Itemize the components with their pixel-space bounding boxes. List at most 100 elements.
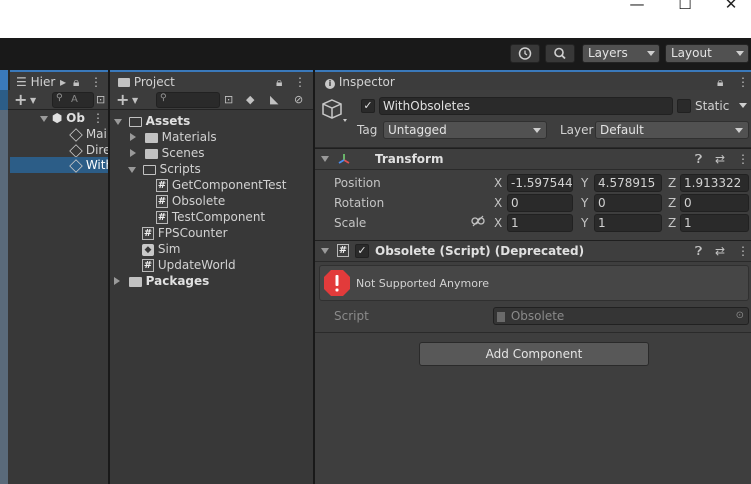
axis-x-label: X [494, 176, 503, 190]
expand-icon [128, 167, 136, 173]
tree-item-scene[interactable]: ◆ Sim [142, 241, 313, 257]
script-file-icon [497, 311, 505, 322]
position-x-field[interactable]: -1.597544 [507, 174, 573, 192]
script-object-field[interactable]: Obsolete ⊙ [493, 307, 749, 325]
constrain-proportions-icon[interactable] [471, 215, 485, 227]
object-name-field[interactable]: WithObsoletes [379, 97, 673, 115]
search-button[interactable] [545, 44, 575, 63]
project-toolbar: + ▼ ⚲ ⊡ ◆ ◣ ⊘ [110, 90, 313, 110]
kebab-menu-icon[interactable]: ⋮ [737, 72, 749, 92]
tree-item-materials[interactable]: Materials [130, 129, 313, 145]
tag-label: Tag [357, 123, 378, 137]
presets-icon[interactable]: ⇄ [715, 152, 725, 166]
kebab-menu-icon[interactable]: ⋮ [294, 72, 306, 92]
list-item[interactable]: Mai [69, 126, 108, 142]
folder-open-icon [142, 164, 156, 175]
position-y-field[interactable]: 4.578915 [594, 174, 662, 192]
layers-dropdown[interactable]: Layers [582, 44, 660, 63]
search-icon: ⚲ [160, 93, 167, 103]
kebab-menu-icon[interactable]: ⋮ [92, 110, 104, 126]
chevron-down-icon[interactable]: ▼ [132, 94, 138, 108]
tree-item-assets[interactable]: Assets [114, 113, 313, 129]
object-picker-icon[interactable]: ⊙ [736, 308, 744, 324]
search-by-type-icon[interactable]: ⊡ [224, 93, 233, 107]
project-search-input[interactable]: ⚲ [156, 92, 220, 108]
static-checkbox[interactable] [677, 99, 691, 113]
tab-project[interactable]: Project 🔒︎ ⋮ [110, 70, 313, 90]
list-icon: ☰ [16, 75, 27, 89]
scale-x-field[interactable]: 1 [507, 214, 573, 232]
hidden-packages-icon[interactable]: ⊘ [294, 93, 303, 107]
hierarchy-search-input[interactable]: ⚲ A [52, 92, 94, 108]
tree-item-script[interactable]: # GetComponentTest [156, 177, 313, 193]
folder-icon [118, 78, 130, 87]
close-button[interactable]: ✕ [708, 0, 751, 18]
active-checkbox[interactable]: ✓ [361, 99, 375, 113]
add-icon[interactable]: + [116, 92, 129, 108]
scene-view-edge [0, 70, 8, 90]
kebab-menu-icon[interactable]: ⋮ [737, 152, 749, 166]
transform-header[interactable]: Transform ❓︎ ⇄ ⋮ [315, 148, 751, 170]
tree-item-script[interactable]: # Obsolete [156, 193, 313, 209]
collapsed-icon [130, 149, 136, 157]
lock-icon[interactable]: 🔒︎ [73, 72, 79, 92]
list-item[interactable]: ⬢ Ob ⋮ [40, 110, 108, 126]
add-component-button[interactable]: Add Component [419, 342, 649, 366]
search-icon: ⚲ [56, 93, 63, 103]
position-z-field[interactable]: 1.913322 [680, 174, 749, 192]
maximize-button[interactable]: ☐ [662, 0, 708, 18]
component-enabled-checkbox[interactable]: ✓ [355, 244, 369, 258]
position-label: Position [334, 176, 381, 190]
more-tabs-icon[interactable]: ▸ [60, 72, 66, 92]
filter-icon[interactable]: ⊡ [96, 93, 105, 107]
tag-icon[interactable]: ◣ [270, 93, 278, 107]
script-label: Script [334, 309, 369, 323]
unity-scene-icon: ◆ [142, 243, 154, 256]
list-item[interactable]: Dire [69, 142, 110, 158]
csharp-script-icon: # [156, 211, 168, 224]
kebab-menu-icon[interactable]: ⋮ [90, 72, 102, 92]
tab-hierarchy[interactable]: ☰ Hier ▸ 🔒︎ ⋮ [10, 70, 108, 90]
rotation-z-field[interactable]: 0 [680, 194, 749, 212]
gameobject-icon [69, 158, 83, 173]
layout-dropdown[interactable]: Layout [665, 44, 749, 63]
scale-y-field[interactable]: 1 [594, 214, 662, 232]
chevron-down-icon[interactable]: ▼ [30, 94, 36, 108]
rotation-x-field[interactable]: 0 [507, 194, 573, 212]
search-by-label-icon[interactable]: ◆ [246, 93, 254, 107]
tree-item-scripts[interactable]: Scripts [128, 161, 313, 177]
static-label: Static [695, 99, 730, 113]
scale-z-field[interactable]: 1 [680, 214, 749, 232]
tab-inspector[interactable]: i Inspector 🔒︎ ⋮ [315, 70, 751, 90]
project-panel: Project 🔒︎ ⋮ + ▼ ⚲ ⊡ ◆ ◣ ⊘ Assets Materi… [110, 70, 313, 484]
help-icon[interactable]: ❓︎ [695, 244, 702, 258]
folder-open-icon [128, 116, 142, 127]
main-toolbar: Layers Layout [0, 38, 751, 70]
tag-dropdown[interactable]: Untagged [383, 121, 547, 139]
chevron-down-icon[interactable] [739, 103, 747, 108]
axis-z-label: Z [668, 176, 677, 190]
hierarchy-panel: ☰ Hier ▸ 🔒︎ ⋮ + ▼ ⚲ A ⊡ ⬢ Ob ⋮ Mai Dire … [0, 70, 113, 484]
chevron-down-icon [533, 128, 541, 133]
tree-item-packages[interactable]: Packages [114, 273, 313, 289]
lock-icon[interactable]: 🔒︎ [276, 72, 282, 92]
error-icon [324, 270, 350, 296]
kebab-menu-icon[interactable]: ⋮ [737, 244, 749, 258]
presets-icon[interactable]: ⇄ [715, 244, 725, 258]
tree-item-script[interactable]: # UpdateWorld [142, 257, 313, 273]
axis-z-label: Z [668, 216, 677, 230]
add-icon[interactable]: + [14, 92, 27, 108]
layer-dropdown[interactable]: Default [595, 121, 749, 139]
list-item-selected[interactable]: With [10, 157, 113, 173]
tree-item-script[interactable]: # TestComponent [156, 209, 313, 225]
obsolete-script-header[interactable]: # ✓ Obsolete (Script) (Deprecated) ❓︎ ⇄ … [315, 240, 751, 262]
lock-icon[interactable]: 🔒︎ [717, 72, 723, 92]
minimize-button[interactable]: — [614, 0, 660, 18]
help-icon[interactable]: ❓︎ [695, 152, 702, 166]
tree-item-script[interactable]: # FPSCounter [142, 225, 313, 241]
axis-y-label: Y [581, 176, 589, 190]
history-icon [518, 47, 532, 60]
tree-item-scenes[interactable]: Scenes [130, 145, 313, 161]
rotation-y-field[interactable]: 0 [594, 194, 662, 212]
history-button[interactable] [510, 44, 540, 63]
